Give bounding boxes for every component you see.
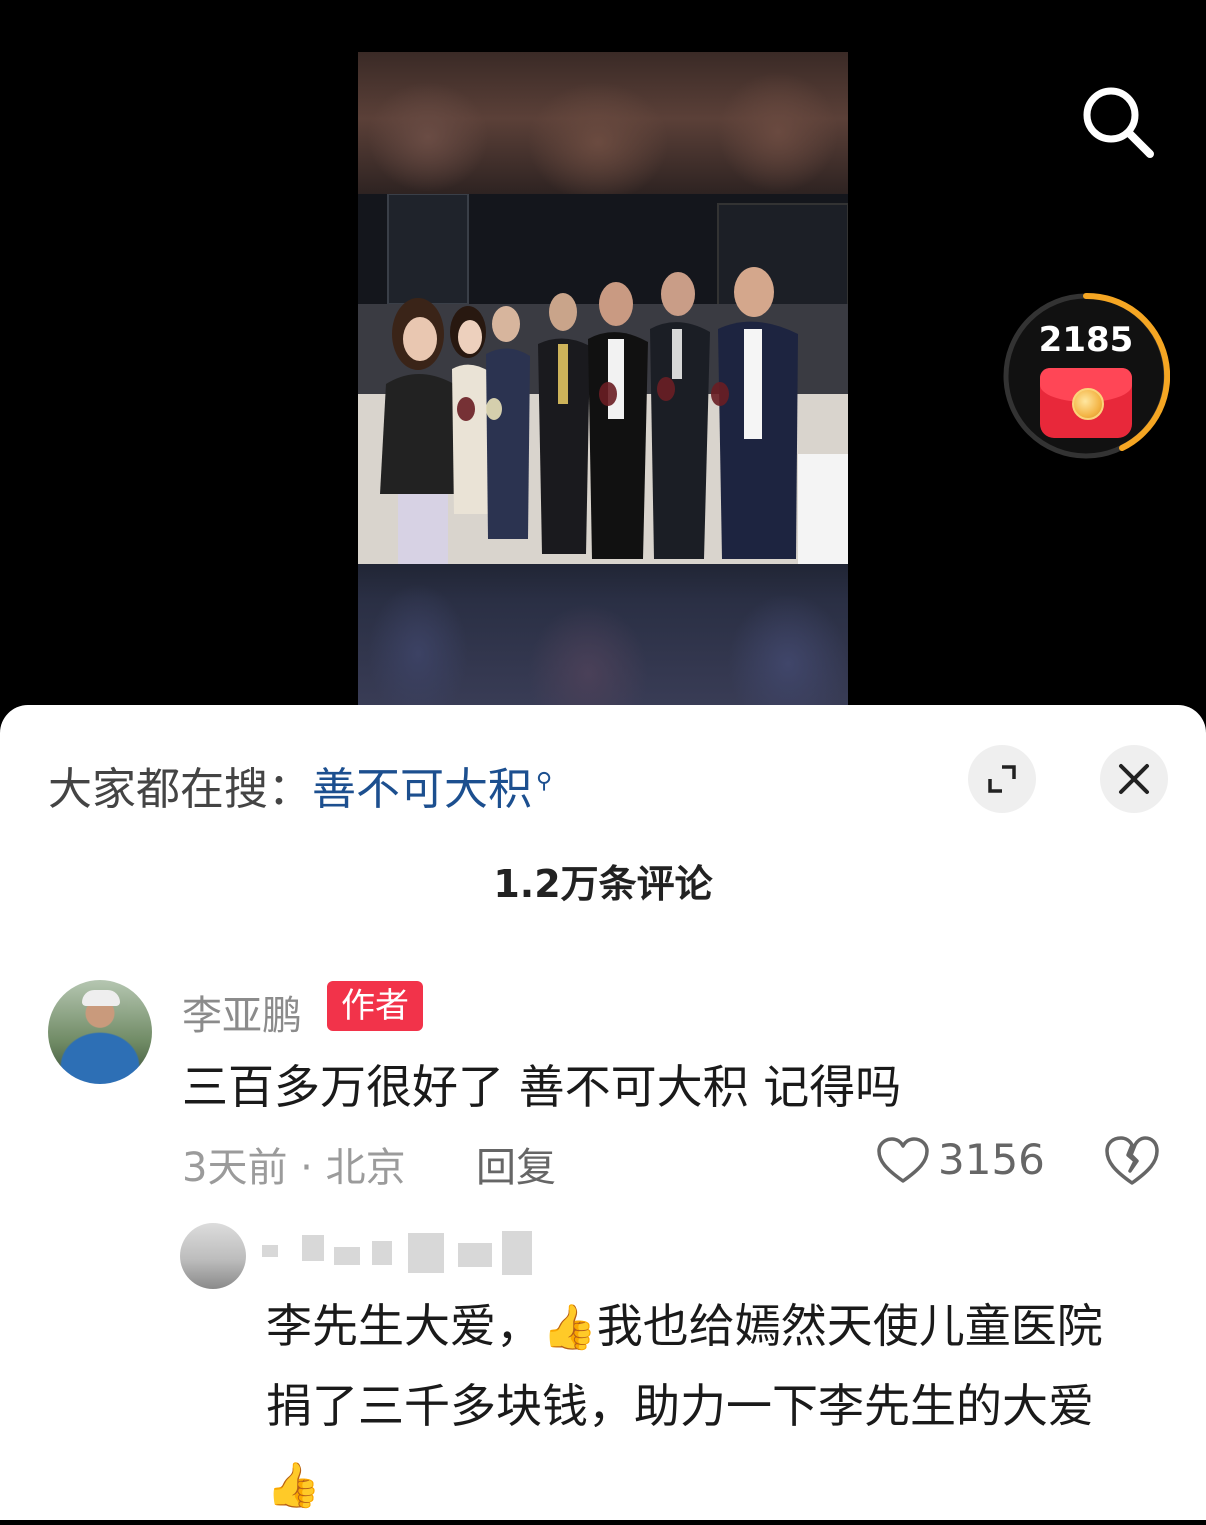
search-icon[interactable] [1078,82,1158,162]
reply-avatar[interactable] [180,1223,246,1289]
red-envelope-count: 2185 [1038,320,1134,360]
video-frame[interactable] [358,52,848,720]
close-icon [1119,764,1149,794]
trending-search: 大家都在搜：善不可大积 ⚲ [48,753,552,817]
trending-keyword-link[interactable]: 善不可大积 [312,764,532,815]
comment-count-title: 1.2万条评论 [493,862,713,906]
reply-text-part1: 李先生大爱， [266,1299,542,1353]
expand-button[interactable] [968,745,1036,813]
reply-button[interactable]: 回复 [476,1135,556,1193]
red-envelope-icon [1040,368,1132,438]
heart-icon [877,1137,929,1183]
expand-icon [988,765,1016,793]
author-avatar[interactable] [48,980,152,1084]
search-mini-icon: ⚲ [536,769,553,795]
red-envelope-widget[interactable]: 2185 [1002,292,1170,460]
trending-prefix: 大家都在搜： [48,764,312,815]
author-name[interactable]: 李亚鹏 [182,983,302,1041]
comment-sheet: 大家都在搜：善不可大积 ⚲ 1.2万条评论 李亚鹏 作者 三百多万很好了 善不可大… [0,705,1206,1520]
thumbs-up-icon: 👍 [542,1302,597,1353]
like-count: 3156 [938,1135,1045,1184]
blurred-background-top [358,52,848,194]
reply-author-name-mosaic [262,1225,542,1283]
author-badge: 作者 [327,981,423,1031]
video-area[interactable]: 2185 [0,0,1206,720]
close-button[interactable] [1100,745,1168,813]
thumbs-up-icon: 👍 [266,1460,321,1511]
group-photo [358,194,848,564]
dislike-button[interactable] [1104,1135,1160,1187]
comment-text: 三百多万很好了 善不可大积 记得吗 [182,1060,902,1114]
blurred-background-bottom [358,564,848,720]
comment-meta: 3天前 · 北京 [182,1145,406,1191]
broken-heart-icon [1105,1136,1159,1185]
reply-text: 李先生大爱，👍我也给嫣然天使儿童医院捐了三千多块钱，助力一下李先生的大爱👍 [266,1287,1146,1525]
